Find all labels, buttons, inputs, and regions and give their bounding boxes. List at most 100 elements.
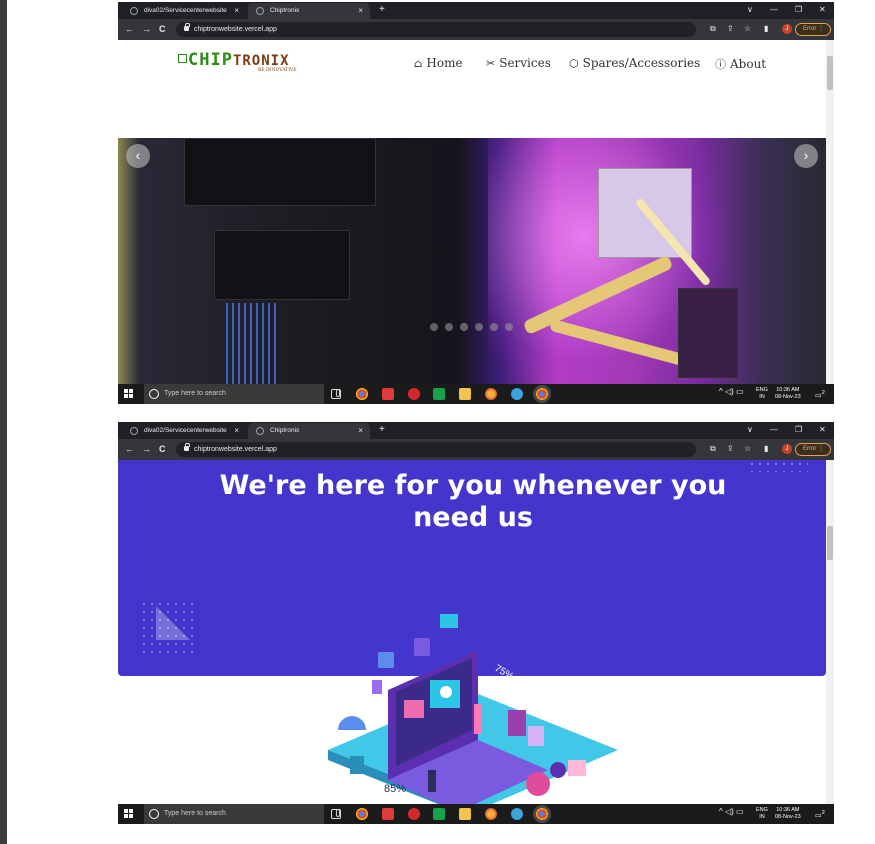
firefox-app-icon[interactable]: [485, 808, 497, 820]
minimize-icon[interactable]: —: [770, 422, 778, 437]
tray-overflow-icon[interactable]: ^ ◁) ▭: [719, 807, 744, 816]
close-window-icon[interactable]: ✕: [819, 2, 826, 17]
carousel-dot[interactable]: [460, 323, 468, 331]
lock-icon[interactable]: [184, 23, 190, 31]
tab-search-icon[interactable]: ∨: [747, 2, 753, 17]
scrollbar-thumb[interactable]: [827, 526, 833, 560]
carousel-prev-button[interactable]: ‹: [126, 144, 150, 168]
scrollbar-thumb[interactable]: [827, 56, 833, 90]
reload-icon[interactable]: C: [159, 442, 166, 456]
nav-label: About: [730, 57, 767, 71]
minimize-icon[interactable]: —: [770, 2, 778, 17]
page-scrollbar[interactable]: [826, 40, 834, 384]
dot-pattern-decoration: [748, 460, 808, 472]
tray-clock[interactable]: 10:36 AM 08-Nov-23: [775, 387, 801, 401]
url-text: chiptronwebsite.vercel.app: [194, 446, 277, 453]
side-panel-icon[interactable]: ▮: [764, 22, 768, 36]
cortana-icon: [149, 389, 159, 399]
red-app-icon[interactable]: [382, 388, 394, 400]
tab-close-icon[interactable]: ×: [234, 3, 239, 19]
task-view-icon[interactable]: [331, 389, 341, 399]
firefox-app-icon[interactable]: [485, 388, 497, 400]
share-icon[interactable]: ⇪: [727, 22, 734, 36]
browser-tab-chiptronix[interactable]: Chiptronix ×: [248, 3, 370, 19]
profile-avatar[interactable]: J: [782, 24, 792, 34]
tab-close-icon[interactable]: ×: [358, 423, 363, 439]
error-button[interactable]: Error ⋮: [795, 443, 831, 456]
logo-part-chip: CHIP: [188, 50, 233, 70]
restore-icon[interactable]: ❐: [795, 422, 802, 437]
tab-close-icon[interactable]: ×: [358, 3, 363, 19]
chrome-app-icon[interactable]: [356, 388, 368, 400]
tab-title: Chiptronix: [270, 427, 300, 434]
tray-language[interactable]: ENG IN: [756, 807, 768, 821]
address-bar[interactable]: chiptronwebsite.vercel.app: [176, 22, 696, 37]
windows-start-icon[interactable]: [124, 389, 133, 398]
github-icon: [130, 427, 138, 435]
tray-language[interactable]: ENG IN: [756, 387, 768, 401]
address-bar[interactable]: chiptronwebsite.vercel.app: [176, 442, 696, 457]
task-view-icon[interactable]: [331, 809, 341, 819]
error-button[interactable]: Error ⋮: [795, 23, 831, 36]
carousel-next-button[interactable]: ›: [794, 144, 818, 168]
open-in-app-icon[interactable]: ⧉: [710, 442, 716, 456]
tab-search-icon[interactable]: ∨: [747, 422, 753, 437]
side-panel-icon[interactable]: ▮: [764, 442, 768, 456]
new-tab-button[interactable]: +: [379, 422, 385, 438]
restore-icon[interactable]: ❐: [795, 2, 802, 17]
app-icon[interactable]: [511, 388, 523, 400]
chiptronix-logo[interactable]: CHIPTRONIX BE INNOVATIVE: [178, 50, 328, 78]
taskbar-search[interactable]: Type here to search: [144, 384, 340, 404]
lock-icon[interactable]: [184, 443, 190, 451]
taskbar-search[interactable]: Type here to search: [144, 804, 340, 824]
tray-clock[interactable]: 10:36 AM 08-Nov-23: [775, 807, 801, 821]
nav-services[interactable]: ✂ Services: [486, 56, 551, 70]
green-app-icon[interactable]: [433, 388, 445, 400]
browser-tab-chiptronix[interactable]: Chiptronix ×: [248, 423, 370, 439]
red-circle-app-icon[interactable]: [408, 808, 420, 820]
red-circle-app-icon[interactable]: [408, 388, 420, 400]
nav-about[interactable]: ⓘ About: [715, 56, 766, 72]
back-icon[interactable]: ←: [125, 22, 134, 36]
nav-home[interactable]: ⌂ Home: [414, 56, 463, 70]
chrome-app-active-icon[interactable]: [533, 385, 551, 403]
github-icon: [130, 7, 138, 15]
notification-icon[interactable]: ▭2: [815, 390, 825, 399]
windows-start-icon[interactable]: [124, 809, 133, 818]
app-icon[interactable]: [511, 808, 523, 820]
forward-icon[interactable]: →: [142, 22, 151, 36]
forward-icon[interactable]: →: [142, 442, 151, 456]
carousel-dot[interactable]: [505, 323, 513, 331]
close-window-icon[interactable]: ✕: [819, 422, 826, 437]
nav-spares-accessories[interactable]: ⬡ Spares/Accessories: [569, 56, 700, 70]
carousel-dot[interactable]: [490, 323, 498, 331]
notification-icon[interactable]: ▭2: [815, 810, 825, 819]
carousel-dot[interactable]: [445, 323, 453, 331]
bookmark-star-icon[interactable]: ☆: [744, 22, 751, 36]
browser-tab-github[interactable]: diva02/Servicecenterwebsite ×: [122, 3, 246, 19]
percent-label-a: 75%: [493, 663, 516, 683]
profile-avatar[interactable]: J: [782, 444, 792, 454]
file-explorer-icon[interactable]: [459, 808, 471, 820]
share-icon[interactable]: ⇪: [727, 442, 734, 456]
tab-close-icon[interactable]: ×: [234, 423, 239, 439]
chrome-app-active-icon[interactable]: [533, 805, 551, 823]
reload-icon[interactable]: C: [159, 22, 166, 36]
bookmark-star-icon[interactable]: ☆: [744, 442, 751, 456]
open-in-app-icon[interactable]: ⧉: [710, 22, 716, 36]
browser-tab-github[interactable]: diva02/Servicecenterwebsite ×: [122, 423, 246, 439]
new-tab-button[interactable]: +: [379, 2, 385, 18]
taskbar-search-placeholder: Type here to search: [164, 810, 226, 817]
red-app-icon[interactable]: [382, 808, 394, 820]
clock-date: 08-Nov-23: [775, 394, 801, 400]
screen-widget: [404, 700, 424, 718]
carousel-dot[interactable]: [430, 323, 438, 331]
carousel-dot[interactable]: [475, 323, 483, 331]
tray-overflow-icon[interactable]: ^ ◁) ▭: [719, 387, 744, 396]
settings-icon: [378, 652, 394, 668]
file-explorer-icon[interactable]: [459, 388, 471, 400]
page-scrollbar[interactable]: [826, 460, 834, 804]
chrome-app-icon[interactable]: [356, 808, 368, 820]
green-app-icon[interactable]: [433, 808, 445, 820]
back-icon[interactable]: ←: [125, 442, 134, 456]
